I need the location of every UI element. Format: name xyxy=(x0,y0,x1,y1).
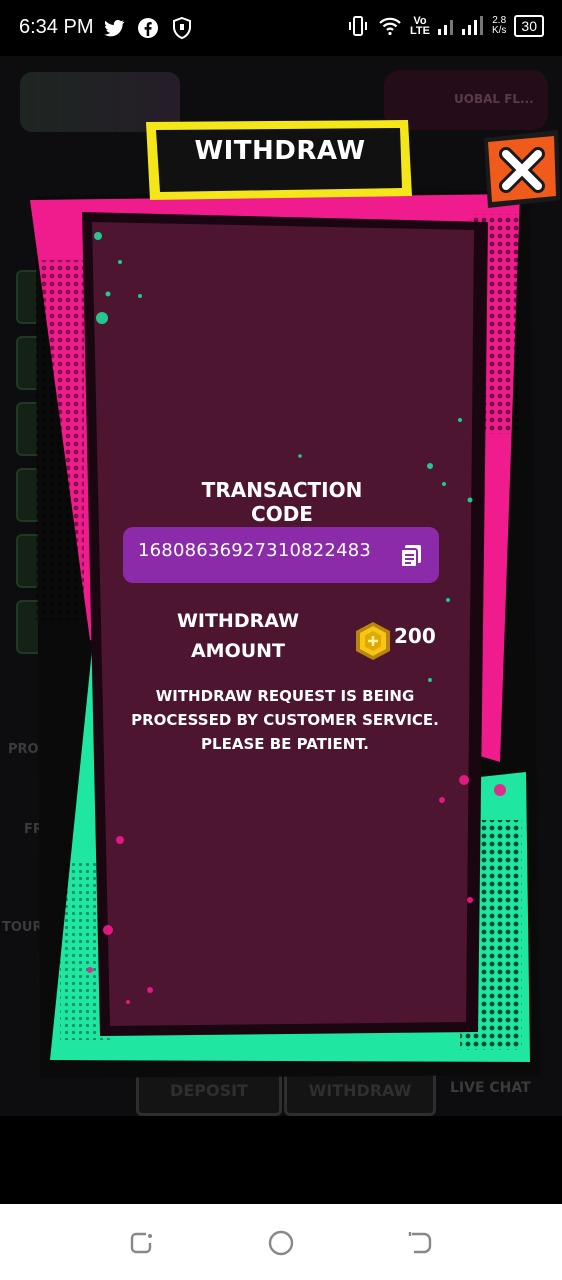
transaction-code-label: TRANSACTION CODE xyxy=(201,478,363,526)
system-navigation-bar xyxy=(0,1204,562,1280)
home-icon[interactable] xyxy=(266,1228,296,1258)
processing-notice: WITHDRAW REQUEST IS BEING PROCESSED BY C… xyxy=(131,687,439,753)
transaction-code-value: 16808636927310822483 xyxy=(138,540,372,561)
close-button[interactable] xyxy=(484,130,560,210)
copy-icon[interactable] xyxy=(398,543,424,569)
withdraw-amount-label: WITHDRAW AMOUNT xyxy=(176,610,300,662)
dialog-title: WITHDRAW xyxy=(194,136,366,166)
withdraw-amount-value: 200 xyxy=(394,624,436,648)
back-icon[interactable] xyxy=(406,1228,436,1258)
recent-apps-icon[interactable] xyxy=(126,1228,156,1258)
coin-icon xyxy=(356,622,390,660)
